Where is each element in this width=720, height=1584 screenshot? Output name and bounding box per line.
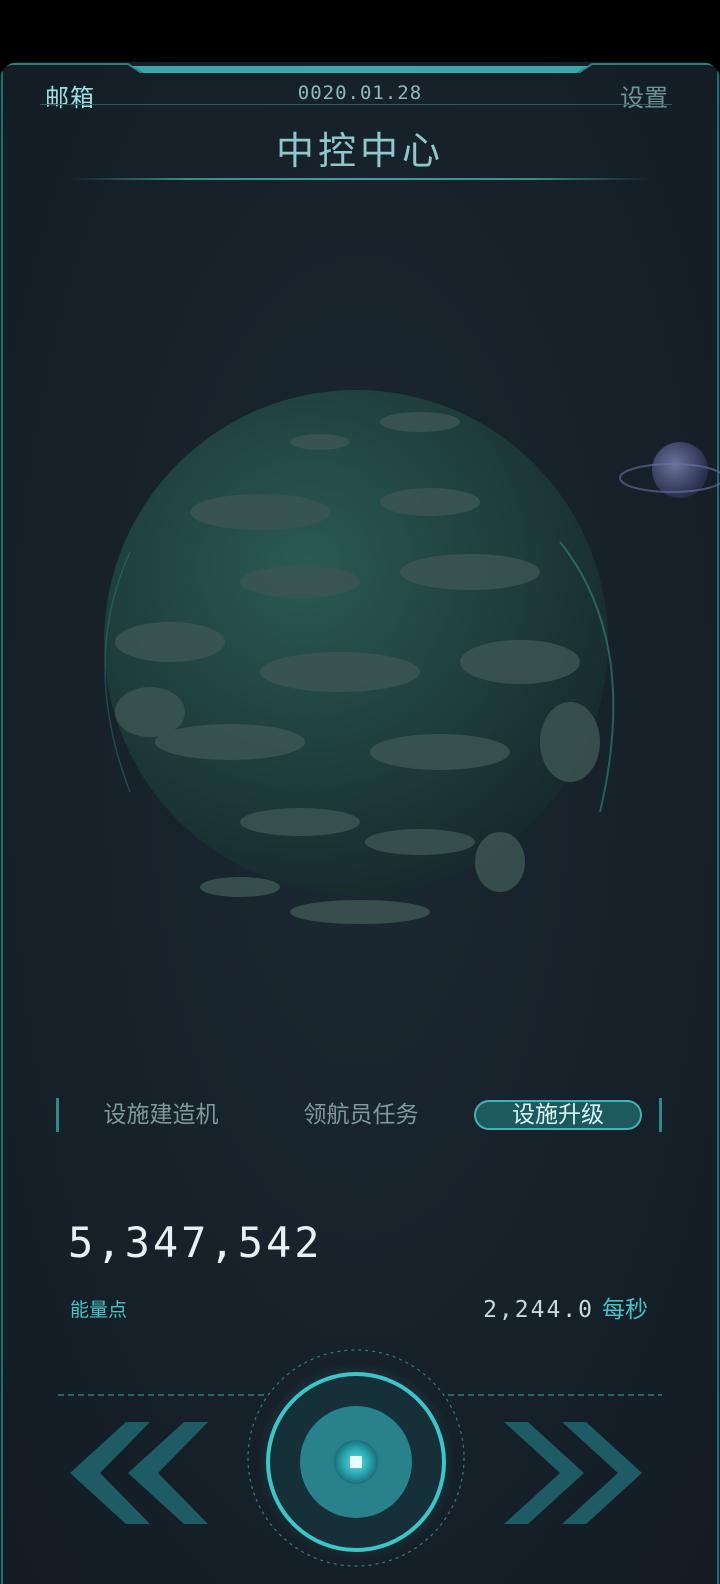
planet-view[interactable]	[0, 342, 720, 962]
energy-rate-unit: 每秒	[602, 1297, 648, 1323]
energy-points-label: 能量点	[70, 1299, 128, 1321]
tab-facility-upgrade[interactable]: 设施升级	[474, 1100, 642, 1130]
energy-rate-value: 2,244.0	[483, 1297, 594, 1323]
tab-bar-left-edge	[56, 1098, 59, 1132]
game-date: 0020.01.28	[297, 82, 423, 104]
header: 邮箱 0020.01.28 设置	[0, 72, 720, 112]
power-core-button-icon[interactable]	[256, 1362, 456, 1562]
page-title: 中控中心	[275, 129, 444, 173]
tab-navigator-missions[interactable]: 领航员任务	[286, 1098, 436, 1132]
title-underline	[70, 178, 650, 180]
status-bar	[0, 0, 720, 62]
settings-button[interactable]: 设置	[620, 78, 668, 113]
energy-points-value: 5,347,542	[68, 1218, 323, 1267]
tab-facility-builder[interactable]: 设施建造机	[86, 1098, 236, 1132]
header-divider	[40, 104, 672, 105]
energy-rate: 2,244.0 每秒	[483, 1290, 648, 1324]
tab-bar: 设施建造机 领航员任务 设施升级	[56, 1098, 662, 1132]
tab-bar-right-edge	[659, 1098, 662, 1132]
planet[interactable]	[104, 390, 615, 924]
moon[interactable]	[619, 442, 720, 498]
game-screen: 邮箱 0020.01.28 设置 中控中心 设施建造机 领航员任务 设施升级 5…	[0, 62, 720, 1584]
double-chevron-left-icon[interactable]	[66, 1418, 212, 1528]
double-chevron-right-icon[interactable]	[500, 1418, 646, 1528]
bottom-controls	[0, 1346, 720, 1584]
